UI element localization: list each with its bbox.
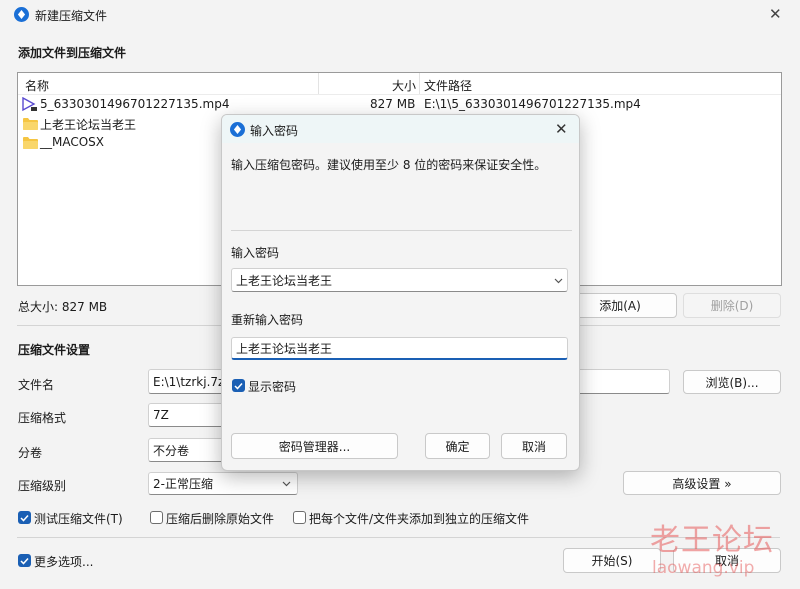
- divider: [231, 230, 572, 231]
- advanced-settings-button[interactable]: 高级设置 »: [623, 471, 781, 495]
- browse-button[interactable]: 浏览(B)...: [683, 370, 781, 394]
- checkmark-icon: [20, 514, 29, 522]
- volume-label: 分卷: [18, 446, 43, 460]
- level-value: 2-正常压缩: [153, 477, 213, 491]
- password-value: 上老王论坛当老王: [236, 273, 333, 288]
- settings-section-title: 压缩文件设置: [18, 343, 91, 357]
- level-select[interactable]: 2-正常压缩: [148, 472, 298, 495]
- start-button[interactable]: 开始(S): [563, 548, 661, 573]
- folder-icon: [23, 137, 38, 149]
- checkmark-icon: [20, 557, 29, 565]
- column-separator[interactable]: [318, 73, 319, 94]
- delete-source-checkbox[interactable]: [150, 511, 163, 524]
- password-label: 输入密码: [231, 246, 280, 260]
- file-name: __MACOSX: [40, 135, 105, 149]
- files-section-title: 添加文件到压缩文件: [18, 46, 127, 60]
- file-name: 5_6330301496701227135.mp4: [40, 97, 230, 111]
- more-options-label: 更多选项...: [34, 555, 94, 569]
- column-path[interactable]: 文件路径: [424, 77, 472, 94]
- dialog-hint: 输入压缩包密码。建议使用至少 8 位的密码来保证安全性。: [231, 158, 547, 172]
- table-row[interactable]: 5_6330301496701227135.mp4 827 MB E:\1\5_…: [18, 95, 781, 114]
- watermark-text: 老王论坛: [650, 523, 774, 558]
- folder-icon: [23, 118, 38, 130]
- test-archive-label: 测试压缩文件(T): [34, 512, 123, 526]
- dialog-title: 输入密码: [250, 124, 299, 138]
- format-label: 压缩格式: [18, 411, 67, 425]
- repeat-password-label: 重新输入密码: [231, 313, 304, 327]
- separate-archives-checkbox[interactable]: [293, 511, 306, 524]
- delete-source-label: 压缩后删除原始文件: [166, 512, 275, 526]
- column-size[interactable]: 大小: [392, 77, 416, 94]
- chevron-down-icon: [282, 481, 291, 487]
- level-label: 压缩级别: [18, 479, 67, 493]
- window-close-icon[interactable]: ✕: [769, 5, 782, 23]
- password-manager-button[interactable]: 密码管理器...: [231, 433, 398, 459]
- file-size: 827 MB: [370, 97, 416, 111]
- column-name[interactable]: 名称: [25, 77, 49, 94]
- more-options-checkbox[interactable]: [18, 554, 31, 567]
- add-button[interactable]: 添加(A): [563, 293, 677, 318]
- filename-label: 文件名: [18, 378, 55, 392]
- file-name: 上老王论坛当老王: [40, 118, 137, 132]
- test-archive-checkbox[interactable]: [18, 511, 31, 524]
- show-password-checkbox[interactable]: [232, 379, 245, 392]
- dialog-logo-icon: [230, 122, 245, 137]
- dialog-close-icon[interactable]: ✕: [555, 120, 568, 138]
- separate-archives-label: 把每个文件/文件夹添加到独立的压缩文件: [309, 512, 530, 526]
- window-title: 新建压缩文件: [35, 9, 108, 23]
- dialog-cancel-button[interactable]: 取消: [501, 433, 567, 459]
- show-password-label: 显示密码: [248, 380, 297, 394]
- watermark-url: laowang.vip: [652, 558, 755, 578]
- repeat-password-input[interactable]: 上老王论坛当老王: [231, 337, 568, 360]
- file-path: E:\1\5_6330301496701227135.mp4: [424, 97, 641, 111]
- checkmark-icon: [234, 382, 243, 390]
- password-dialog[interactable]: 输入密码 ✕ 输入压缩包密码。建议使用至少 8 位的密码来保证安全性。 输入密码…: [221, 114, 580, 471]
- password-input[interactable]: 上老王论坛当老王: [231, 268, 568, 292]
- column-separator[interactable]: [419, 73, 420, 94]
- app-logo-icon: [14, 7, 29, 22]
- video-file-icon: [22, 97, 37, 112]
- ok-button[interactable]: 确定: [425, 433, 490, 459]
- total-size: 总大小: 827 MB: [18, 300, 108, 314]
- remove-button[interactable]: 删除(D): [683, 293, 781, 318]
- chevron-down-icon[interactable]: [554, 278, 563, 284]
